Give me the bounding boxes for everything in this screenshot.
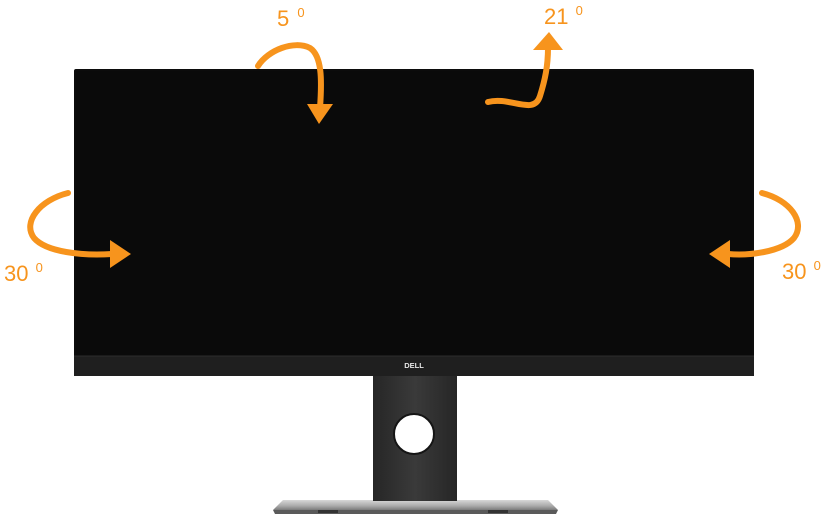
tilt-forward-angle-label: 5 0 [277,5,305,31]
tilt-backward-angle-label: 21 0 [544,3,583,29]
monitor-panel: DELL [74,69,754,376]
monitor-base [273,500,558,514]
dell-logo: DELL [404,361,424,370]
monitor-screen [76,71,752,356]
monitor-tilt-swivel-diagram: DELL 5 0 21 0 30 0 30 0 [4,3,821,514]
swivel-left-angle-label: 30 0 [4,260,43,286]
swivel-right-angle-label: 30 0 [782,258,821,284]
cable-management-hole [393,413,435,455]
monitor: DELL [74,69,754,514]
monitor-stand [373,373,457,501]
